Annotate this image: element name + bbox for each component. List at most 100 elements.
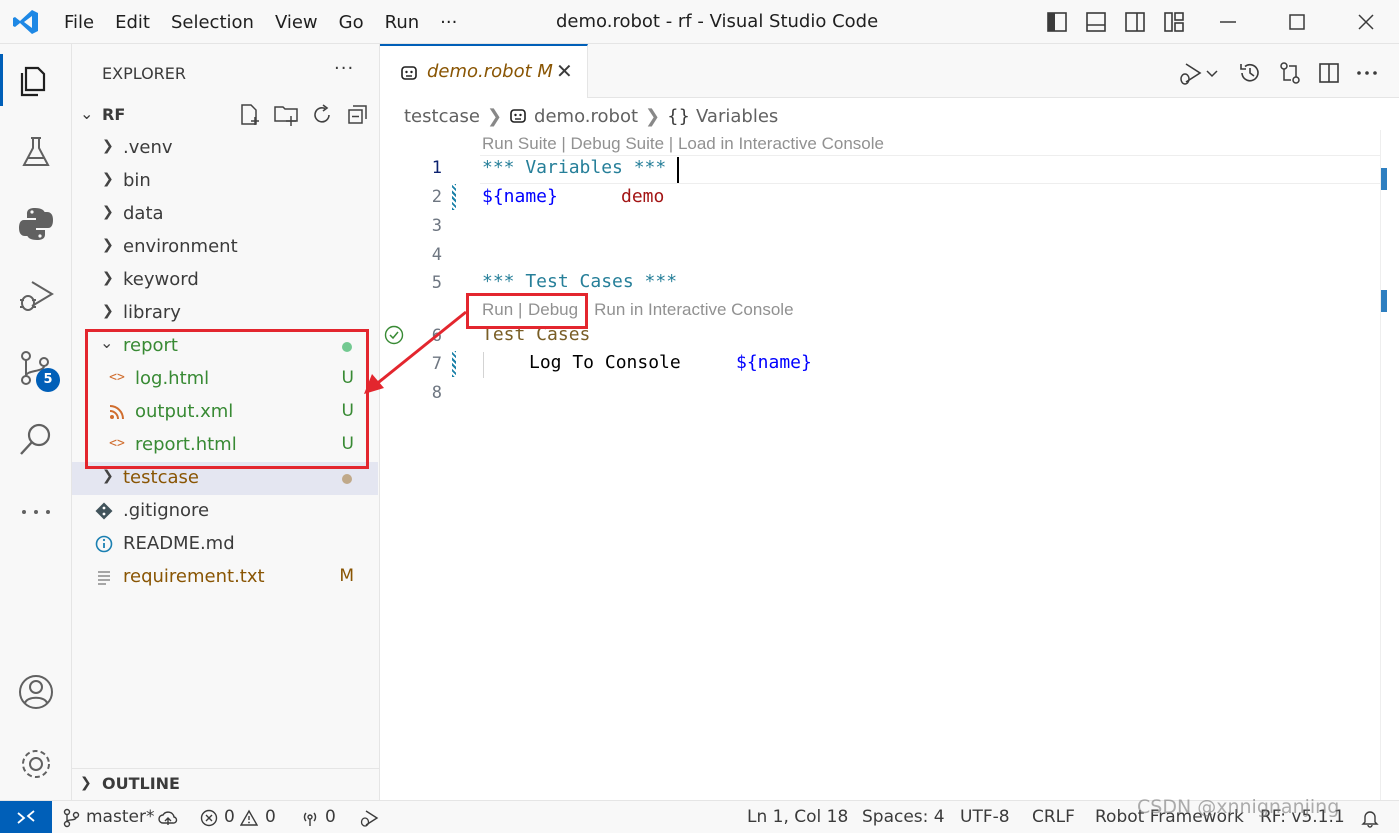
minimize-window-icon[interactable]: [1217, 11, 1239, 33]
testing-icon[interactable]: [16, 132, 56, 172]
indent-guide: [483, 352, 484, 378]
explorer-more-button[interactable]: ···: [334, 58, 354, 79]
editor-more-actions-icon[interactable]: [1354, 60, 1380, 86]
git-decoration: M: [339, 566, 354, 586]
manage-gear-icon[interactable]: [16, 744, 56, 784]
code-line-1: *** Variables ***: [482, 157, 667, 178]
run-debug-icon[interactable]: [16, 276, 56, 316]
editor-vertical-scrollbar[interactable]: [1380, 130, 1399, 800]
scrollbar-change-marker: [1381, 290, 1387, 312]
chevron-right-icon: ❯: [102, 468, 114, 484]
tree-item-label: bin: [123, 170, 151, 191]
warning-icon: [240, 809, 258, 826]
maximize-window-icon[interactable]: [1286, 11, 1308, 33]
ports-broadcast-icon: [303, 812, 317, 826]
tree-file-requirement[interactable]: requirement.txt M: [72, 561, 378, 594]
chevron-right-icon: ❯: [102, 237, 114, 253]
run-debug-status-icon[interactable]: [358, 808, 380, 828]
customize-layout-icon[interactable]: [1163, 11, 1185, 33]
more-icon[interactable]: [16, 492, 56, 532]
breadcrumb: testcase ❯ demo.robot ❯ {} Variables: [404, 103, 778, 129]
menu-more[interactable]: ···: [440, 12, 457, 33]
breadcrumb-symbol[interactable]: Variables: [696, 106, 778, 127]
ports-count[interactable]: 0: [325, 807, 336, 827]
encoding[interactable]: UTF-8: [960, 807, 1010, 827]
split-editor-icon[interactable]: [1316, 60, 1342, 86]
menu-view[interactable]: View: [275, 12, 318, 33]
workspace-root-label: RF: [102, 105, 126, 124]
code-variable-name: ${name}: [482, 186, 558, 207]
tree-folder-bin[interactable]: ❯ bin: [72, 165, 378, 198]
chevron-down-icon: ⌄: [80, 104, 94, 123]
close-window-icon[interactable]: [1355, 11, 1377, 33]
outline-section-header[interactable]: ❯ OUTLINE: [72, 768, 380, 798]
toggle-panel-icon[interactable]: [1085, 11, 1107, 33]
end-of-line[interactable]: CRLF: [1032, 807, 1075, 827]
chevron-down-icon[interactable]: [1204, 60, 1220, 86]
tree-item-label: data: [123, 203, 164, 224]
tree-file-gitignore[interactable]: .gitignore: [72, 495, 378, 528]
chevron-right-icon: ❯: [102, 204, 114, 220]
tree-folder-data[interactable]: ❯ data: [72, 198, 378, 231]
tab-label: demo.robot M: [427, 61, 553, 82]
tree-folder-environment[interactable]: ❯ environment: [72, 231, 378, 264]
refresh-icon[interactable]: [310, 103, 334, 127]
line-number: 3: [431, 216, 442, 236]
source-control-badge: 5: [36, 368, 60, 392]
indentation[interactable]: Spaces: 4: [862, 807, 945, 827]
error-count[interactable]: 0: [224, 807, 235, 827]
toggle-secondary-sidebar-icon[interactable]: [1124, 11, 1146, 33]
sync-cloud-icon[interactable]: [158, 809, 178, 827]
run-debug-dropdown-icon[interactable]: [1178, 60, 1204, 86]
chevron-right-icon: ❯: [486, 105, 503, 127]
account-icon[interactable]: [16, 672, 56, 712]
remote-indicator[interactable]: [0, 801, 52, 833]
line-number: 4: [431, 245, 442, 265]
search-icon[interactable]: [16, 420, 56, 460]
open-changes-icon[interactable]: [1277, 60, 1303, 86]
tab-close-icon[interactable]: ✕: [556, 59, 573, 83]
tree-item-label: requirement.txt: [123, 566, 265, 587]
remote-icon: [17, 810, 35, 824]
code-variable-value: demo: [621, 186, 665, 207]
timeline-history-icon[interactable]: [1237, 60, 1263, 86]
explorer-icon[interactable]: [0, 54, 56, 106]
line-number: 1: [431, 158, 442, 178]
cursor-position[interactable]: Ln 1, Col 18: [747, 807, 848, 827]
git-branch[interactable]: master*: [86, 807, 154, 827]
codelens-test-console[interactable]: | Run in Interactive Console: [585, 300, 794, 320]
menu-selection[interactable]: Selection: [171, 12, 254, 33]
annotation-arrow: [364, 310, 467, 394]
menu-file[interactable]: File: [64, 12, 94, 33]
toggle-primary-sidebar-icon[interactable]: [1046, 11, 1068, 33]
menu-go[interactable]: Go: [339, 12, 364, 33]
tree-file-readme[interactable]: README.md: [72, 528, 378, 561]
python-icon[interactable]: [16, 204, 56, 244]
scrollbar-change-marker: [1381, 168, 1387, 190]
warning-count[interactable]: 0: [265, 807, 276, 827]
folder-status-dot: [342, 474, 352, 484]
tree-folder-venv[interactable]: ❯ .venv: [72, 132, 378, 165]
annotation-box-run-debug: [466, 293, 588, 329]
breadcrumb-folder[interactable]: testcase: [404, 106, 480, 127]
tree-folder-keyword[interactable]: ❯ keyword: [72, 264, 378, 297]
menu-edit[interactable]: Edit: [115, 12, 150, 33]
tree-item-label: .gitignore: [123, 500, 210, 521]
collapse-all-icon[interactable]: [346, 103, 370, 127]
tree-item-label: .venv: [123, 137, 173, 158]
tab-demo-robot[interactable]: demo.robot M ✕: [380, 44, 588, 98]
outline-label: OUTLINE: [102, 774, 180, 793]
codelens-suite-actions[interactable]: Run Suite | Debug Suite | Load in Intera…: [482, 134, 884, 154]
gutter-modified-indicator: [452, 184, 456, 210]
notifications-bell-icon[interactable]: [1360, 808, 1380, 828]
window-title: demo.robot - rf - Visual Studio Code: [556, 11, 879, 32]
tree-folder-library[interactable]: ❯ library: [72, 297, 378, 330]
tree-item-label: library: [123, 302, 181, 323]
new-folder-icon[interactable]: [273, 103, 299, 127]
title-bar: File Edit Selection View Go Run ··· demo…: [0, 0, 1399, 44]
code-keyword: Log To Console: [529, 352, 681, 373]
menu-run[interactable]: Run: [385, 12, 420, 33]
git-branch-icon: [63, 808, 80, 828]
breadcrumb-file[interactable]: demo.robot: [534, 106, 638, 127]
new-file-icon[interactable]: [238, 103, 262, 127]
